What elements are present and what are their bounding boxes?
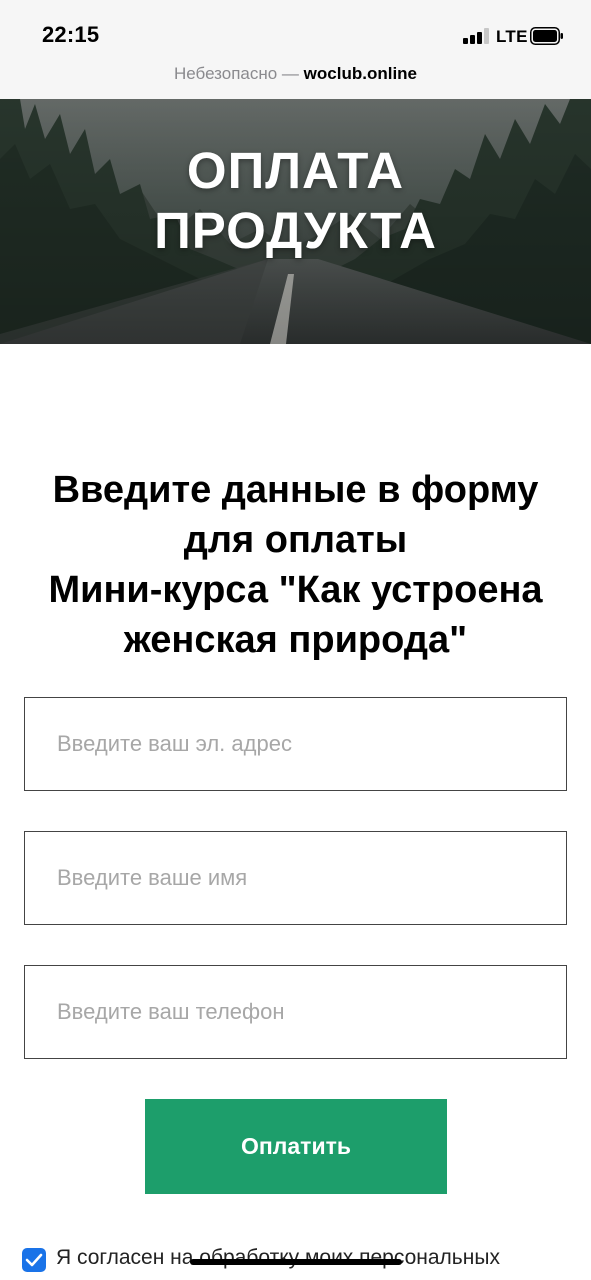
browser-address-bar[interactable]: Небезопасно — woclub.online — [0, 58, 591, 99]
phone-screen: 22:15 LTE Небезопасно — woclub.online ОП… — [0, 0, 591, 1280]
hero-title: ОПЛАТА ПРОДУКТА — [0, 141, 591, 261]
checkmark-icon — [25, 1253, 43, 1267]
email-field[interactable] — [24, 697, 567, 791]
phone-field[interactable] — [24, 965, 567, 1059]
network-type-label: LTE — [496, 27, 528, 46]
hero-banner: ОПЛАТА ПРОДУКТА — [0, 99, 591, 344]
battery-icon — [530, 27, 563, 45]
status-time: 22:15 — [42, 22, 100, 47]
form-heading-line: Мини-курса "Как устроена — [48, 569, 543, 611]
form-heading-line: женская природа" — [123, 619, 468, 661]
cellular-signal-icon — [463, 28, 491, 44]
form-heading: Введите данные в форму для оплаты Мини-к… — [20, 465, 571, 665]
home-indicator[interactable] — [190, 1259, 402, 1265]
status-bar: 22:15 LTE — [0, 0, 591, 58]
consent-checkbox[interactable] — [22, 1248, 46, 1272]
hero-title-line: ОПЛАТА — [186, 142, 405, 199]
name-field[interactable] — [24, 831, 567, 925]
hero-title-line: ПРОДУКТА — [154, 202, 437, 259]
pay-button[interactable]: Оплатить — [145, 1099, 447, 1194]
site-domain: woclub.online — [303, 64, 418, 83]
form-heading-line: Введите данные в форму — [52, 469, 539, 511]
form-heading-line: для оплаты — [183, 519, 408, 561]
security-status-text: Небезопасно — — [173, 64, 299, 83]
